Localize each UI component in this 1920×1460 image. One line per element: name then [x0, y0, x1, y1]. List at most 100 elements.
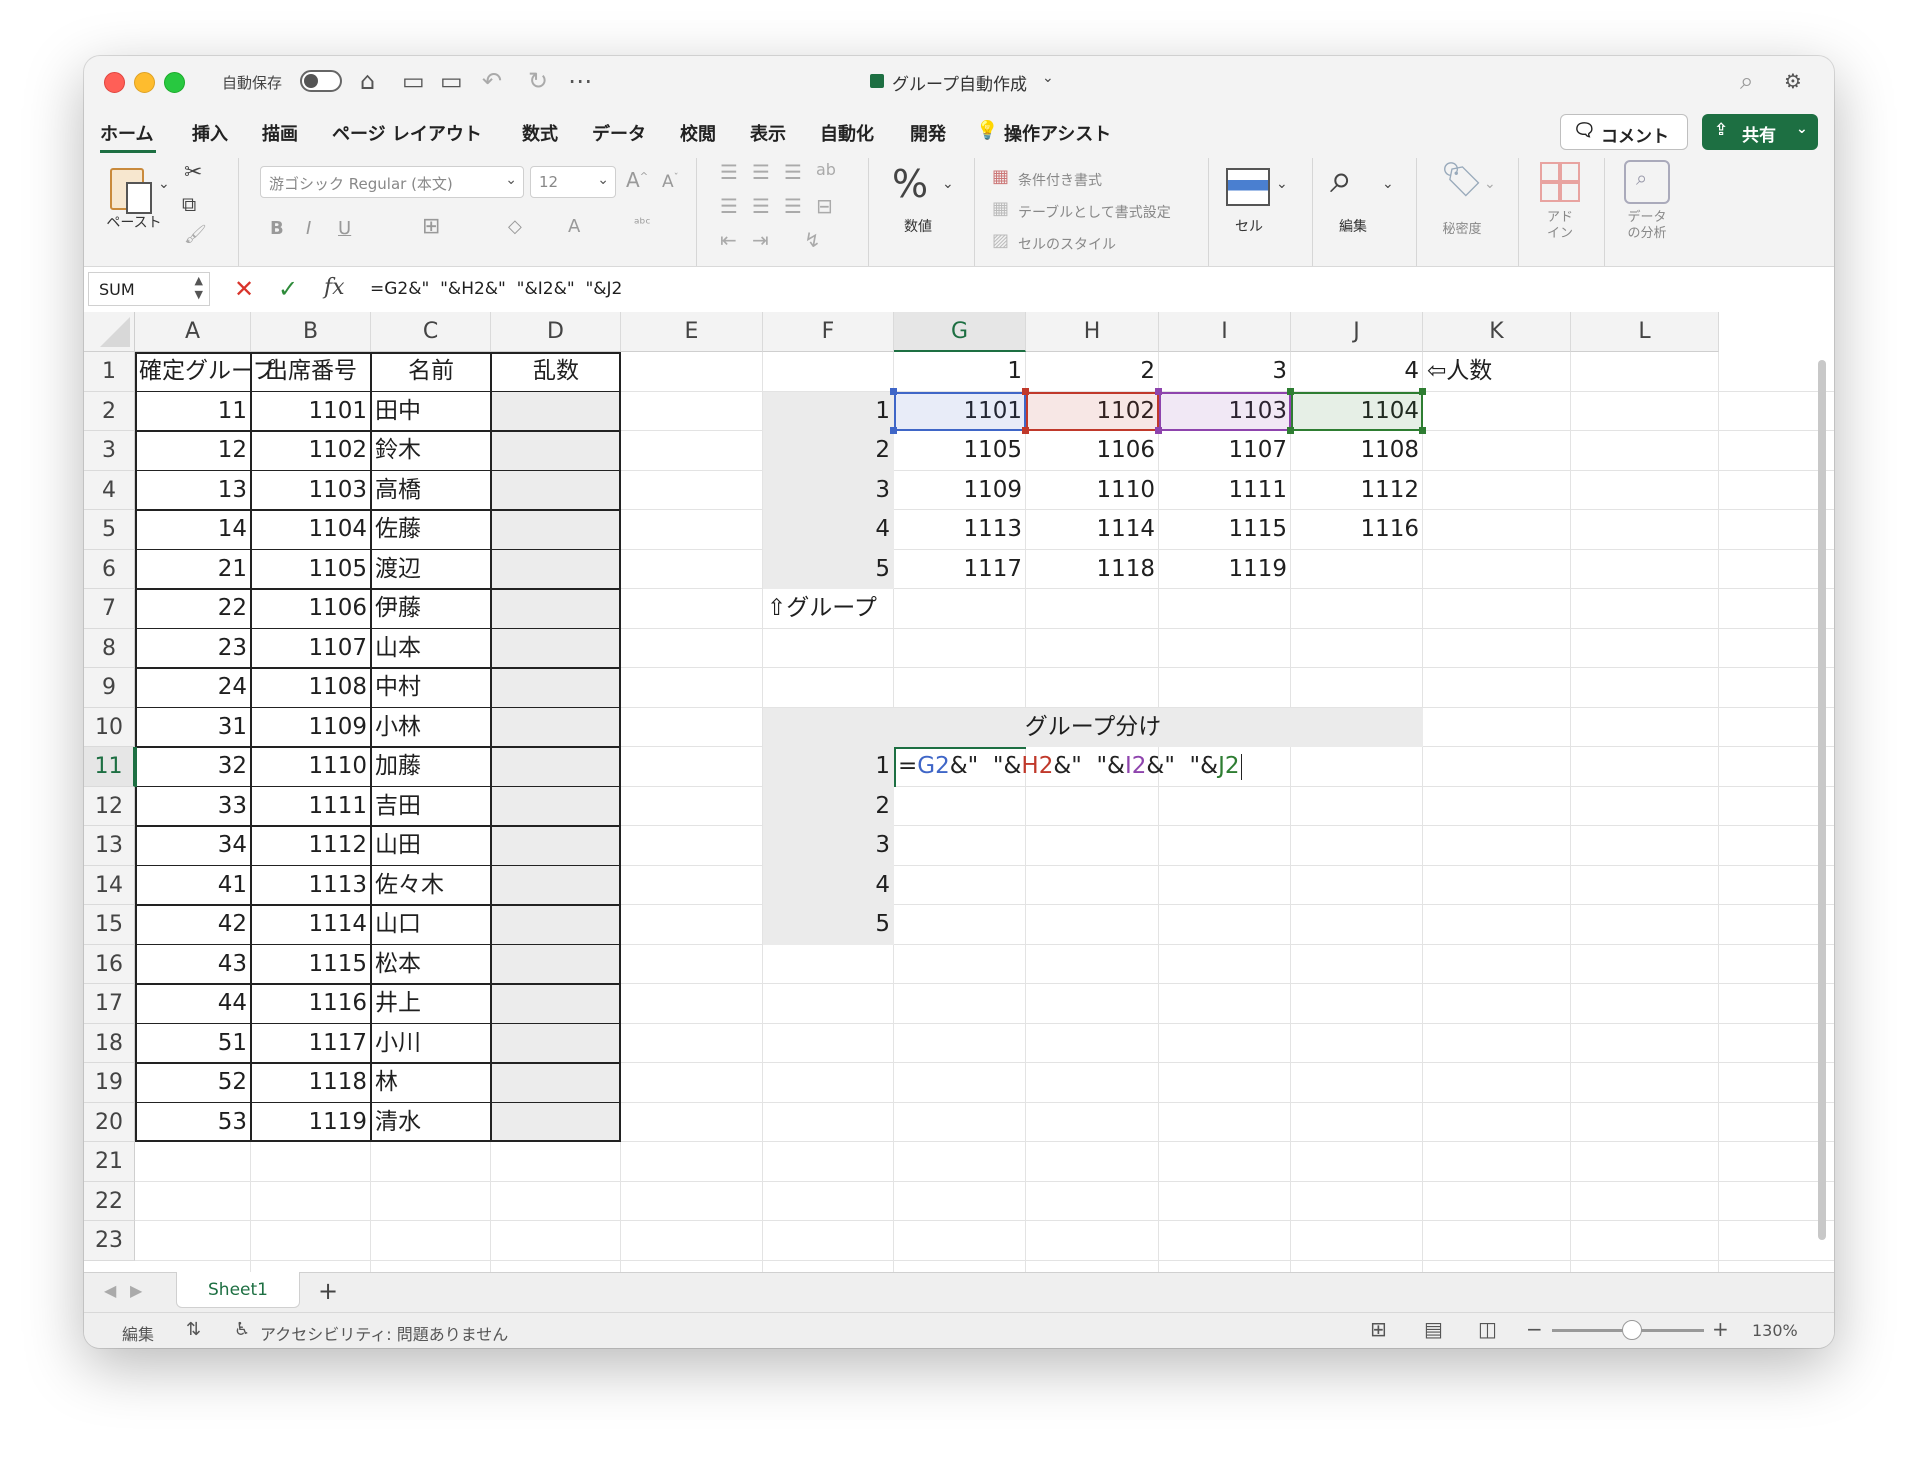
font-name-select[interactable]: 游ゴシック Regular (本文) ⌄	[260, 166, 524, 198]
font-color-icon[interactable]: A	[568, 216, 580, 237]
table-cell[interactable]: 11	[135, 392, 251, 432]
matrix-col-header[interactable]: 3	[1159, 352, 1291, 392]
table-cell[interactable]: 松本	[371, 945, 491, 985]
increase-font-icon[interactable]: A^	[626, 168, 648, 192]
table-cell[interactable]: 14	[135, 510, 251, 550]
reference-handle[interactable]	[1287, 427, 1294, 434]
matrix-cell[interactable]: 1115	[1159, 510, 1291, 550]
row-header-9[interactable]: 9	[84, 668, 135, 708]
column-header-k[interactable]: K	[1423, 312, 1571, 352]
table-cell[interactable]: 渡辺	[371, 550, 491, 590]
row-header-2[interactable]: 2	[84, 391, 135, 431]
row-header-8[interactable]: 8	[84, 628, 135, 668]
document-title[interactable]: グループ自動作成	[892, 70, 1027, 95]
sensitivity-chevron-icon[interactable]: ⌄	[1484, 176, 1496, 192]
comment-button[interactable]: 🗨 コメント	[1560, 114, 1688, 150]
table-cell[interactable]: 21	[135, 550, 251, 590]
table-cell[interactable]: 24	[135, 668, 251, 708]
matrix-cell[interactable]: 1114	[1026, 510, 1159, 550]
table-cell[interactable]: 22	[135, 589, 251, 629]
table-cell[interactable]: 44	[135, 984, 251, 1024]
matrix-row-label[interactable]: 1	[763, 392, 894, 432]
zoom-in-icon[interactable]: +	[1712, 1317, 1729, 1341]
table-cell[interactable]: 1114	[251, 905, 371, 945]
matrix-cell[interactable]: 1117	[894, 550, 1026, 590]
fill-color-icon[interactable]: ◇	[508, 216, 522, 237]
table-header-d[interactable]: 乱数	[491, 352, 621, 392]
grouping-row-label[interactable]: 3	[763, 826, 894, 866]
close-window-button[interactable]	[104, 72, 125, 93]
matrix-col-header[interactable]: 1	[894, 352, 1026, 392]
account-icon[interactable]: ⚙	[1784, 66, 1802, 96]
number-chevron-icon[interactable]: ⌄	[942, 176, 954, 192]
edit-search-icon[interactable]: ⌕	[1330, 156, 1352, 202]
table-cell[interactable]: 1101	[251, 392, 371, 432]
table-cell[interactable]: 33	[135, 787, 251, 827]
accessibility-status[interactable]: アクセシビリティ: 問題ありません	[260, 1321, 508, 1345]
group-direction-label[interactable]: ⇧グループ	[763, 589, 894, 629]
redo-icon[interactable]: ↻	[528, 66, 548, 96]
table-cell[interactable]: 小川	[371, 1024, 491, 1064]
maximize-window-button[interactable]	[164, 72, 185, 93]
cells-icon[interactable]	[1226, 168, 1270, 206]
zoom-out-icon[interactable]: −	[1526, 1317, 1543, 1341]
table-cell[interactable]: 井上	[371, 984, 491, 1024]
undo-icon[interactable]: ↶	[482, 66, 502, 96]
row-header-15[interactable]: 15	[84, 905, 135, 945]
reference-handle[interactable]	[890, 387, 897, 395]
tab-page-layout[interactable]: ページ レイアウト	[332, 120, 482, 146]
sheet-tab-sheet1[interactable]: Sheet1	[176, 1272, 300, 1308]
tab-automate[interactable]: 自動化	[820, 120, 874, 146]
grouping-row-label[interactable]: 2	[763, 787, 894, 827]
align-middle-icon[interactable]: ☰	[752, 160, 770, 184]
table-cell[interactable]: 加藤	[371, 747, 491, 787]
reference-handle[interactable]	[1155, 427, 1162, 434]
cells-chevron-icon[interactable]: ⌄	[1276, 176, 1288, 192]
title-chevron-icon[interactable]: ⌄	[1042, 70, 1054, 86]
row-header-4[interactable]: 4	[84, 470, 135, 510]
next-sheet-icon[interactable]: ▶	[130, 1281, 142, 1300]
matrix-cell[interactable]: 1119	[1159, 550, 1291, 590]
table-cell[interactable]: 佐々木	[371, 866, 491, 906]
italic-icon[interactable]: I	[306, 218, 311, 239]
confirm-formula-icon[interactable]: ✓	[278, 275, 298, 303]
row-header-14[interactable]: 14	[84, 865, 135, 905]
table-cell[interactable]: 43	[135, 945, 251, 985]
home-icon[interactable]: ⌂	[360, 66, 375, 96]
people-count-label[interactable]: ⇦人数	[1423, 352, 1571, 392]
table-cell[interactable]: 鈴木	[371, 431, 491, 471]
row-header-16[interactable]: 16	[84, 944, 135, 984]
bold-icon[interactable]: B	[270, 218, 284, 239]
reference-handle[interactable]	[1155, 387, 1162, 395]
table-cell[interactable]: 13	[135, 471, 251, 511]
matrix-row-label[interactable]: 3	[763, 471, 894, 511]
tab-home[interactable]: ホーム	[100, 120, 153, 146]
tab-formulas[interactable]: 数式	[522, 120, 558, 146]
table-cell[interactable]: 41	[135, 866, 251, 906]
matrix-cell[interactable]: 1111	[1159, 471, 1291, 511]
table-cell[interactable]: 1110	[251, 747, 371, 787]
table-cell[interactable]: 34	[135, 826, 251, 866]
table-cell[interactable]: 52	[135, 1063, 251, 1103]
table-cell[interactable]: 中村	[371, 668, 491, 708]
reference-handle[interactable]	[1419, 387, 1426, 395]
grouping-row-label[interactable]: 5	[763, 905, 894, 945]
column-header-j[interactable]: J	[1291, 312, 1423, 352]
matrix-cell[interactable]: 1110	[1026, 471, 1159, 511]
grouping-row-label[interactable]: 4	[763, 866, 894, 906]
table-cell[interactable]: 1105	[251, 550, 371, 590]
table-format-icon[interactable]: ▦	[992, 198, 1009, 219]
cond-format-icon[interactable]: ▦	[992, 166, 1009, 187]
name-box[interactable]: SUM ▲ ▼	[88, 272, 210, 306]
indent-decrease-icon[interactable]: ⇤	[720, 228, 737, 252]
normal-view-icon[interactable]: ⊞	[1370, 1317, 1387, 1341]
table-cell[interactable]: 1117	[251, 1024, 371, 1064]
paste-chevron-icon[interactable]: ⌄	[158, 176, 170, 192]
row-header-12[interactable]: 12	[84, 786, 135, 826]
table-cell[interactable]: 1116	[251, 984, 371, 1024]
cut-icon[interactable]: ✂	[184, 160, 202, 185]
cell-style-button[interactable]: セルのスタイル	[1018, 234, 1116, 254]
align-left-icon[interactable]: ☰	[720, 194, 738, 218]
autosave-toggle[interactable]	[300, 70, 342, 92]
row-header-18[interactable]: 18	[84, 1023, 135, 1063]
